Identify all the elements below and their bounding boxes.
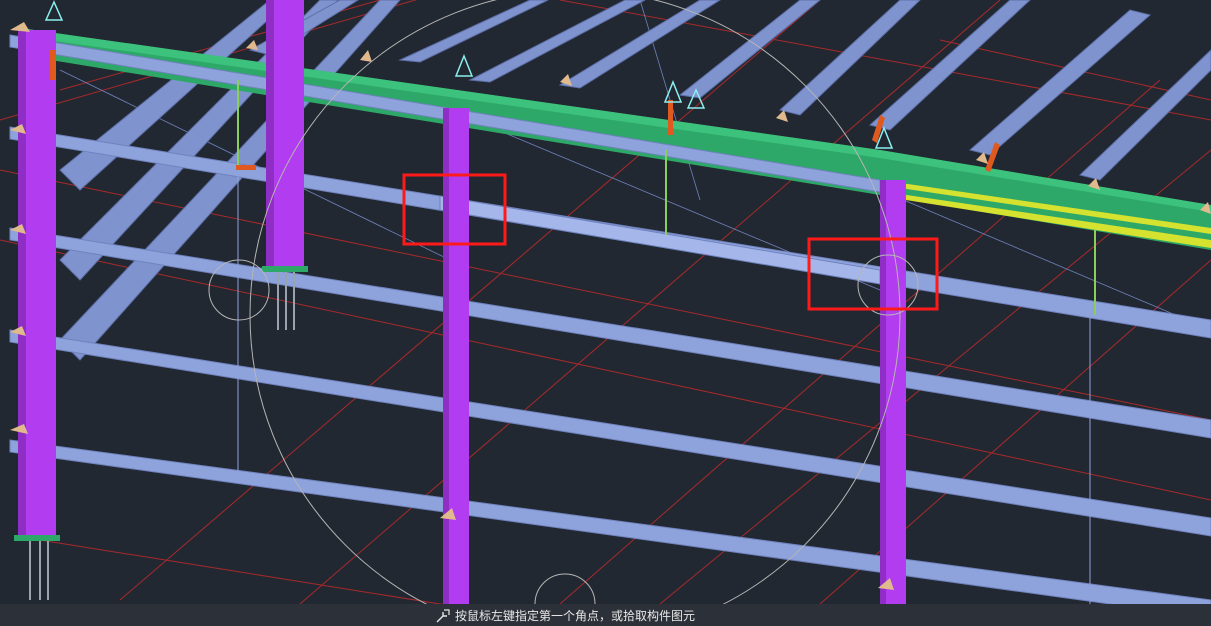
- base-plates: [14, 266, 308, 600]
- pick-cursor-icon: [436, 608, 450, 622]
- command-prompt-text: 按鼠标左键指定第一个角点，或拾取构件图元: [455, 609, 696, 623]
- command-status-bar: 按鼠标左键指定第一个角点，或拾取构件图元: [0, 604, 1211, 626]
- columns[interactable]: [18, 0, 906, 604]
- model-viewport[interactable]: [0, 0, 1211, 626]
